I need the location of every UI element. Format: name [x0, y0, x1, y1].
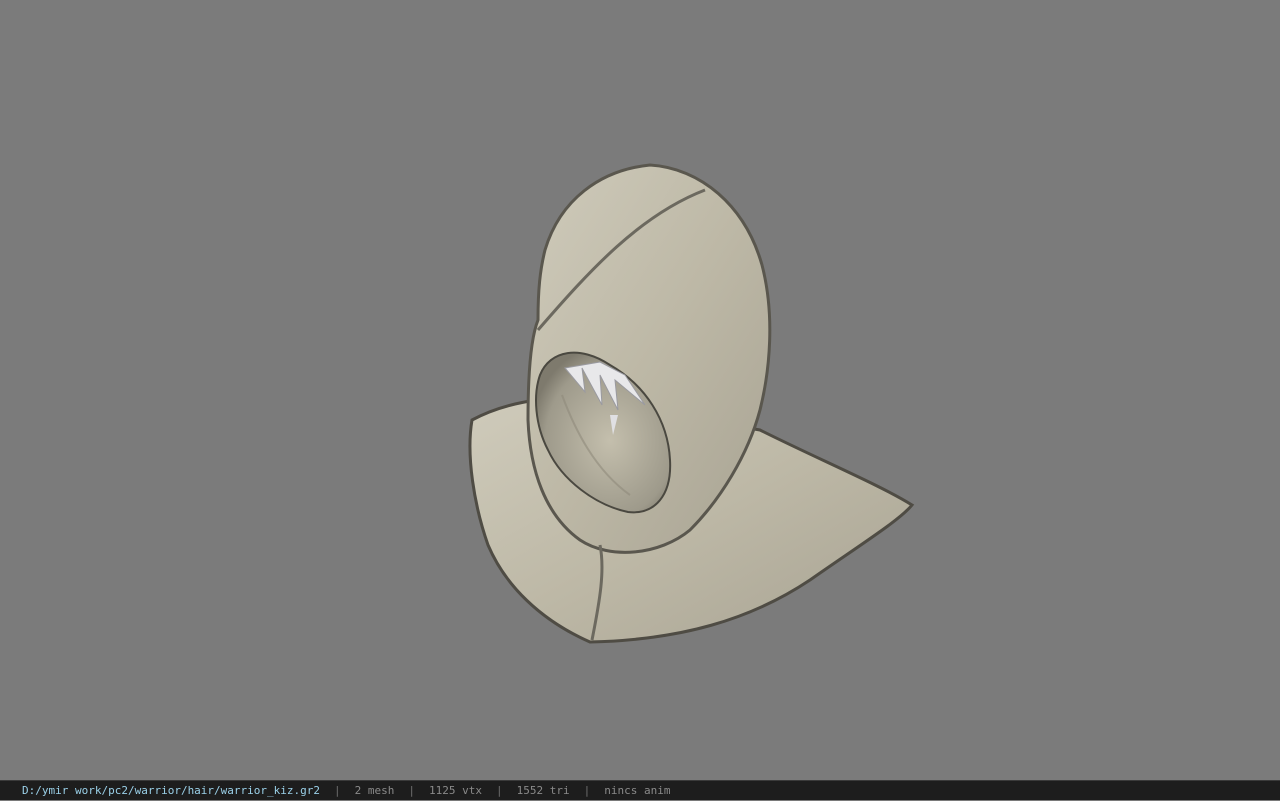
status-bar: D:/ymir work/pc2/warrior/hair/warrior_ki… [0, 780, 1280, 800]
separator: | [408, 783, 416, 797]
animation-status: nincs anim [604, 783, 671, 797]
separator: | [496, 783, 503, 797]
3d-viewport[interactable] [0, 0, 1280, 780]
file-path: D:/ymir work/pc2/warrior/hair/warrior_ki… [22, 783, 321, 797]
vertex-count: 1125 vtx [429, 783, 482, 797]
hood-model [468, 163, 915, 644]
mesh-count: 2 mesh [354, 783, 395, 797]
separator: | [334, 783, 341, 797]
separator: | [583, 783, 591, 797]
triangle-count: 1552 tri [516, 783, 570, 797]
